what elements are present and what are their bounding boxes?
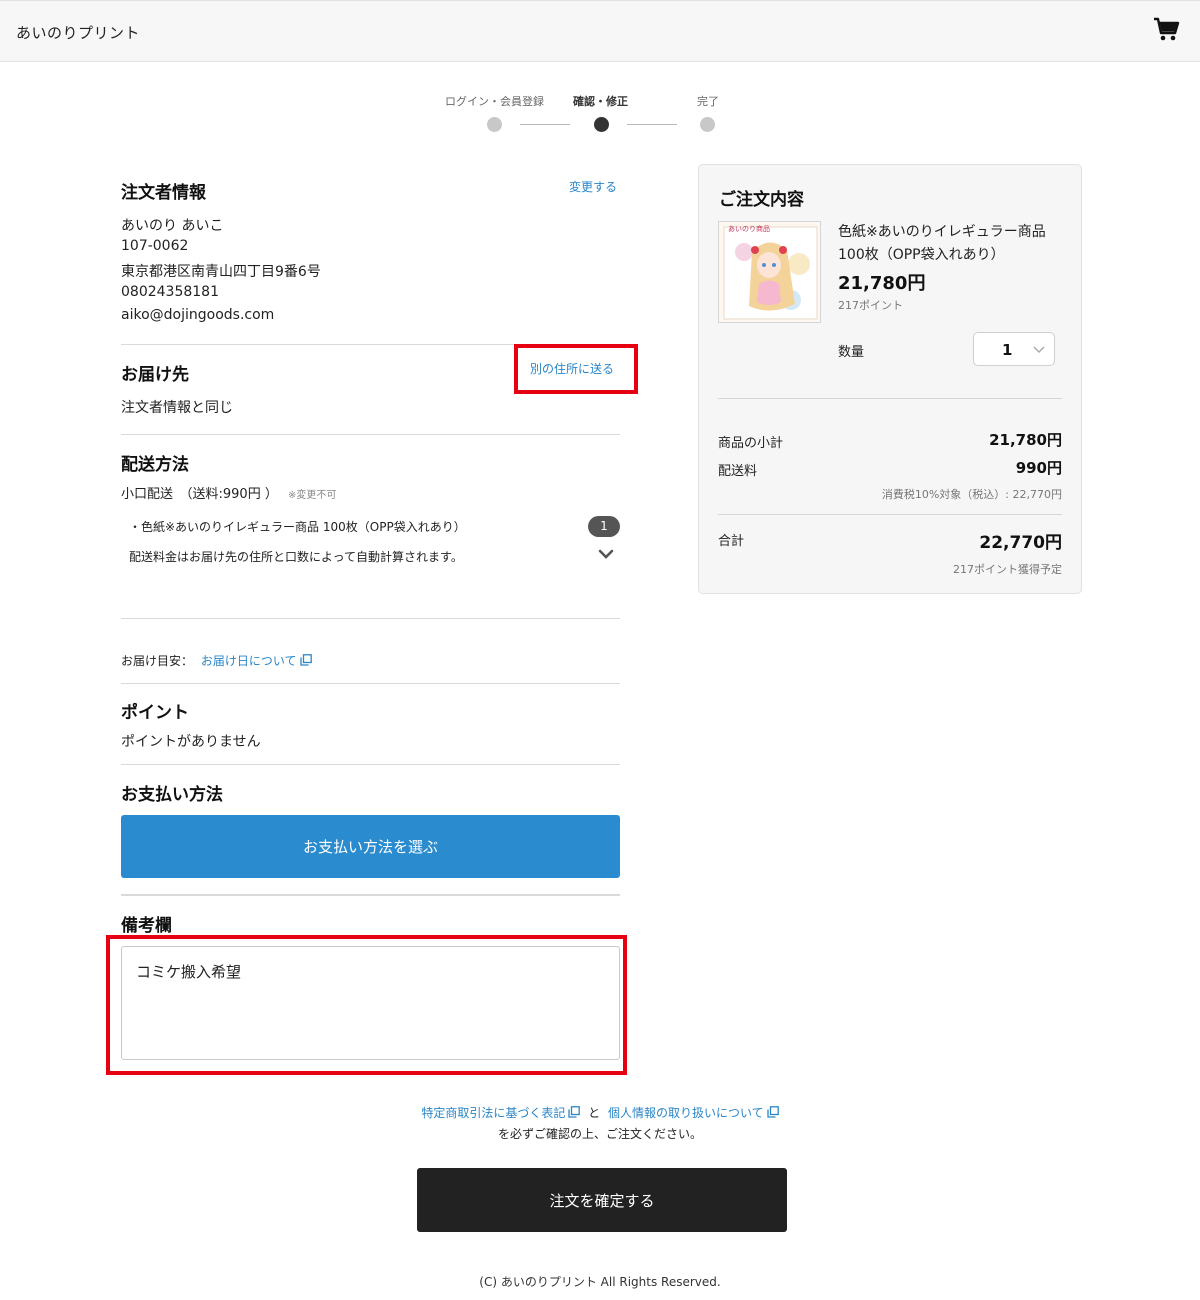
summary-title: ご注文内容 (719, 190, 804, 210)
other-address-link[interactable]: 別の住所に送る (530, 360, 614, 377)
item-count-badge: 1 (588, 516, 620, 537)
divider (121, 894, 620, 896)
memo-title: 備考欄 (121, 916, 172, 936)
product-price: 21,780円 (838, 273, 926, 294)
orderer-zip: 107-0062 (121, 238, 189, 254)
product-thumbnail[interactable]: あいのり商品 (718, 221, 821, 323)
step-confirm-dot (594, 117, 609, 132)
step-complete-label: 完了 (697, 95, 719, 108)
memo-textarea[interactable]: コミケ搬入希望 (121, 946, 620, 1060)
chevron-down-icon (1033, 346, 1045, 354)
legal-links: 特定商取引法に基づく表記 と 個人情報の取り扱いについて (0, 1104, 1200, 1121)
shipping-fee-value: 990円 (1015, 459, 1062, 477)
subtotal-label: 商品の小計 (718, 436, 784, 451)
shipping-note: ※変更不可 (287, 490, 337, 501)
divider (718, 398, 1062, 399)
divider (121, 764, 620, 765)
orderer-email: aiko@dojingoods.com (121, 307, 275, 323)
earn-points: 217ポイント獲得予定 (953, 563, 1062, 576)
quantity-select[interactable]: 1 (973, 332, 1055, 366)
external-link-icon (767, 1106, 779, 1118)
external-link-icon (568, 1106, 581, 1118)
subtotal-value: 21,780円 (989, 431, 1062, 449)
quantity-label: 数量 (838, 345, 865, 360)
orderer-change-link[interactable]: 変更する (569, 178, 617, 195)
privacy-link-text: 個人情報の取り扱いについて (608, 1106, 764, 1120)
points-title: ポイント (121, 703, 189, 723)
eta-link[interactable]: お届け日について (201, 654, 312, 668)
total-value: 22,770円 (979, 533, 1062, 553)
shipping-fee-label: 配送料 (718, 464, 758, 479)
thumbnail-label: あいのり商品 (728, 225, 770, 233)
step-connector (520, 124, 570, 125)
brand-logo[interactable]: あいのりプリント (16, 22, 140, 43)
product-illustration (719, 222, 820, 322)
orderer-phone: 08024358181 (121, 284, 219, 300)
points-value: ポイントがありません (121, 734, 261, 750)
divider (121, 618, 620, 619)
step-login-dot (487, 117, 502, 132)
privacy-link[interactable]: 個人情報の取り扱いについて (608, 1106, 779, 1120)
orderer-name: あいのり あいこ (121, 218, 224, 234)
tokushoho-link-text: 特定商取引法に基づく表記 (421, 1106, 566, 1120)
shipping-calc-note: 配送料金はお届け先の住所と口数によって自動計算されます。 (129, 550, 463, 564)
shipping-method-text: 小口配送 （送料:990円 ） (121, 487, 278, 502)
step-complete-dot (700, 117, 715, 132)
orderer-title: 注文者情報 (121, 183, 206, 203)
orderer-address: 東京都港区南青山四丁目9番6号 (121, 264, 321, 280)
product-name: 色紙※あいのりイレギュラー商品 100枚（OPP袋入れあり） (838, 224, 1046, 263)
shipping-item: ・色紙※あいのりイレギュラー商品 100枚（OPP袋入れあり） (129, 520, 466, 534)
quantity-value: 1 (1002, 341, 1013, 359)
legal-note: を必ずご確認の上、ご注文ください。 (497, 1127, 702, 1141)
confirm-order-button[interactable]: 注文を確定する (417, 1168, 787, 1232)
divider (718, 514, 1062, 515)
product-points: 217ポイント (838, 299, 903, 312)
step-confirm-label: 確認・修正 (573, 95, 628, 108)
shopping-cart-icon[interactable] (1152, 15, 1180, 43)
external-link-icon (299, 654, 312, 666)
divider (121, 434, 620, 435)
eta-link-text: お届け日について (200, 654, 297, 668)
eta-label: お届け目安： (121, 654, 194, 668)
eta-row: お届け目安： お届け日について (121, 652, 312, 669)
total-label: 合計 (718, 534, 745, 549)
choose-payment-button[interactable]: お支払い方法を選ぶ (121, 815, 620, 878)
shipping-title: 配送方法 (121, 455, 189, 475)
divider (121, 683, 620, 684)
site-header: あいのりプリント (0, 0, 1200, 62)
shipping-method: 小口配送 （送料:990円 ） ※変更不可 (121, 483, 336, 502)
payment-title: お支払い方法 (121, 785, 223, 805)
chevron-down-icon[interactable] (598, 549, 614, 561)
footer-copyright: (C) あいのりプリント All Rights Reserved. (479, 1275, 721, 1289)
tokushoho-link[interactable]: 特定商取引法に基づく表記 (421, 1106, 581, 1120)
step-connector (627, 124, 677, 125)
delivery-value: 注文者情報と同じ (121, 400, 233, 416)
delivery-title: お届け先 (121, 365, 189, 385)
tax-note: 消費税10%対象（税込）: 22,770円 (881, 488, 1062, 501)
legal-and: と (588, 1106, 601, 1120)
step-login-label: ログイン・会員登録 (445, 95, 544, 108)
